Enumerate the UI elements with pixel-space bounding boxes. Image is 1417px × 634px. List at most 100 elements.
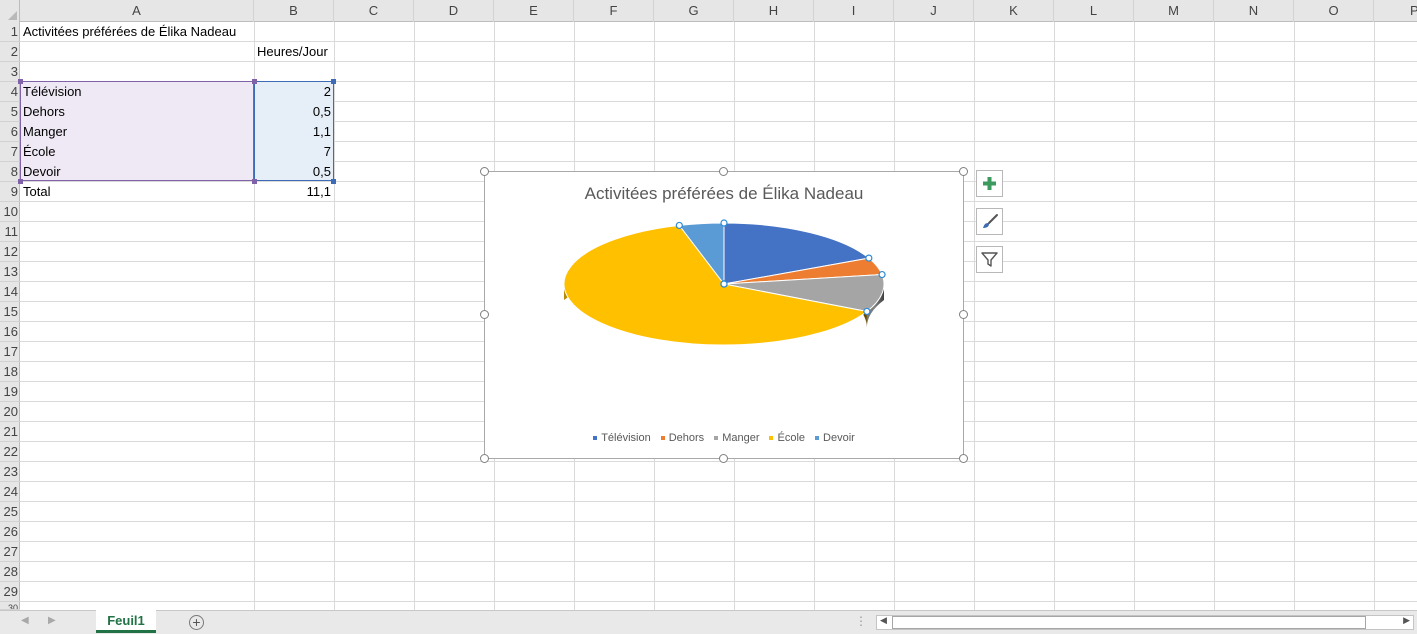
legend-item[interactable]: Devoir	[815, 432, 855, 444]
legend-item[interactable]: Manger	[714, 432, 759, 444]
resize-handle-top[interactable]	[719, 167, 728, 176]
column-header-f[interactable]: F	[574, 0, 654, 22]
sheet-tab-feuil1[interactable]: Feuil1	[96, 610, 156, 633]
row-header-18[interactable]: 18	[0, 362, 20, 382]
column-header-p[interactable]: P	[1374, 0, 1417, 22]
cell-b2[interactable]: Heures/Jour	[254, 42, 331, 62]
column-header-k[interactable]: K	[974, 0, 1054, 22]
resize-handle-right[interactable]	[959, 310, 968, 319]
chart-styles-button[interactable]	[976, 208, 1003, 235]
row-header-22[interactable]: 22	[0, 442, 20, 462]
row-header-13[interactable]: 13	[0, 262, 20, 282]
horizontal-scrollbar[interactable]: ◀ ▶	[876, 615, 1414, 630]
cell-a8[interactable]: Devoir	[20, 162, 254, 182]
row-header-5[interactable]: 5	[0, 102, 20, 122]
column-header-l[interactable]: L	[1054, 0, 1134, 22]
column-header-h[interactable]: H	[734, 0, 814, 22]
resize-handle-bottom[interactable]	[719, 454, 728, 463]
row-header-14[interactable]: 14	[0, 282, 20, 302]
splitter-handle-icon[interactable]: ⋮	[855, 614, 867, 628]
legend-label: Devoir	[823, 432, 855, 444]
row-header-21[interactable]: 21	[0, 422, 20, 442]
chart-legend[interactable]: Télévision Dehors Manger École Devoir	[485, 432, 963, 444]
chart-filters-button[interactable]	[976, 246, 1003, 273]
slice-selection-point[interactable]	[878, 270, 886, 279]
row-header-4[interactable]: 4	[0, 82, 20, 102]
row-header-19[interactable]: 19	[0, 382, 20, 402]
scroll-tabs-left-icon[interactable]: ◀	[21, 615, 29, 626]
row-header-1[interactable]: 1	[0, 22, 20, 42]
column-header-a[interactable]: A	[20, 0, 254, 22]
row-header-10[interactable]: 10	[0, 202, 20, 222]
add-sheet-button[interactable]: +	[189, 615, 204, 630]
row-header-20[interactable]: 20	[0, 402, 20, 422]
pie-plot-area[interactable]	[485, 172, 965, 460]
resize-handle-top-right[interactable]	[959, 167, 968, 176]
cell-a1[interactable]: Activitées préférées de Élika Nadeau	[20, 22, 239, 42]
scroll-right-icon[interactable]: ▶	[1403, 615, 1410, 626]
column-header-i[interactable]: I	[814, 0, 894, 22]
slice-selection-point[interactable]	[720, 219, 728, 227]
cell-b9[interactable]: 11,1	[254, 182, 334, 202]
resize-handle-top-left[interactable]	[480, 167, 489, 176]
column-header-m[interactable]: M	[1134, 0, 1214, 22]
row-header-17[interactable]: 17	[0, 342, 20, 362]
slice-selection-point[interactable]	[863, 307, 871, 316]
column-header-n[interactable]: N	[1214, 0, 1294, 22]
slice-selection-point[interactable]	[720, 280, 728, 288]
column-header-d[interactable]: D	[414, 0, 494, 22]
scroll-left-icon[interactable]: ◀	[880, 615, 887, 626]
cell-b4[interactable]: 2	[254, 82, 334, 102]
legend-item[interactable]: Dehors	[660, 432, 704, 444]
legend-swatch	[714, 436, 719, 441]
row-header-27[interactable]: 27	[0, 542, 20, 562]
column-header-j[interactable]: J	[894, 0, 974, 22]
scrollbar-thumb[interactable]	[892, 616, 1366, 629]
row-header-25[interactable]: 25	[0, 502, 20, 522]
slice-selection-point[interactable]	[675, 221, 683, 230]
legend-swatch	[769, 436, 774, 441]
row-header-8[interactable]: 8	[0, 162, 20, 182]
cell-b6[interactable]: 1,1	[254, 122, 334, 142]
column-header-g[interactable]: G	[654, 0, 734, 22]
row-header-2[interactable]: 2	[0, 42, 20, 62]
row-header-30[interactable]: 30	[0, 602, 20, 610]
cell-a5[interactable]: Dehors	[20, 102, 254, 122]
cell-a4[interactable]: Télévision	[20, 82, 254, 102]
cell-b7[interactable]: 7	[254, 142, 334, 162]
column-header-b[interactable]: B	[254, 0, 334, 22]
cell-a7[interactable]: École	[20, 142, 254, 162]
resize-handle-bottom-left[interactable]	[480, 454, 489, 463]
legend-item[interactable]: Télévision	[593, 432, 651, 444]
row-header-28[interactable]: 28	[0, 562, 20, 582]
column-header-o[interactable]: O	[1294, 0, 1374, 22]
row-header-9[interactable]: 9	[0, 182, 20, 202]
row-header-29[interactable]: 29	[0, 582, 20, 602]
row-header-7[interactable]: 7	[0, 142, 20, 162]
row-header-24[interactable]: 24	[0, 482, 20, 502]
cell-a9[interactable]: Total	[20, 182, 254, 202]
cell-b5[interactable]: 0,5	[254, 102, 334, 122]
resize-handle-bottom-right[interactable]	[959, 454, 968, 463]
scroll-tabs-right-icon[interactable]: ▶	[48, 615, 56, 626]
slice-selection-point[interactable]	[865, 254, 873, 262]
row-header-12[interactable]: 12	[0, 242, 20, 262]
legend-swatch	[593, 436, 598, 441]
cell-a6[interactable]: Manger	[20, 122, 254, 142]
row-header-16[interactable]: 16	[0, 322, 20, 342]
select-all-button[interactable]	[0, 0, 20, 22]
column-header-e[interactable]: E	[494, 0, 574, 22]
cell-b8[interactable]: 0,5	[254, 162, 334, 182]
row-header-6[interactable]: 6	[0, 122, 20, 142]
row-header-23[interactable]: 23	[0, 462, 20, 482]
pie-chart[interactable]: Activitées préférées de Élika Nadeau Tél…	[484, 171, 964, 459]
resize-handle-left[interactable]	[480, 310, 489, 319]
legend-label: Télévision	[601, 432, 651, 444]
row-header-11[interactable]: 11	[0, 222, 20, 242]
legend-item[interactable]: École	[769, 432, 805, 444]
row-header-26[interactable]: 26	[0, 522, 20, 542]
column-header-c[interactable]: C	[334, 0, 414, 22]
row-header-15[interactable]: 15	[0, 302, 20, 322]
chart-elements-button[interactable]	[976, 170, 1003, 197]
row-header-3[interactable]: 3	[0, 62, 20, 82]
